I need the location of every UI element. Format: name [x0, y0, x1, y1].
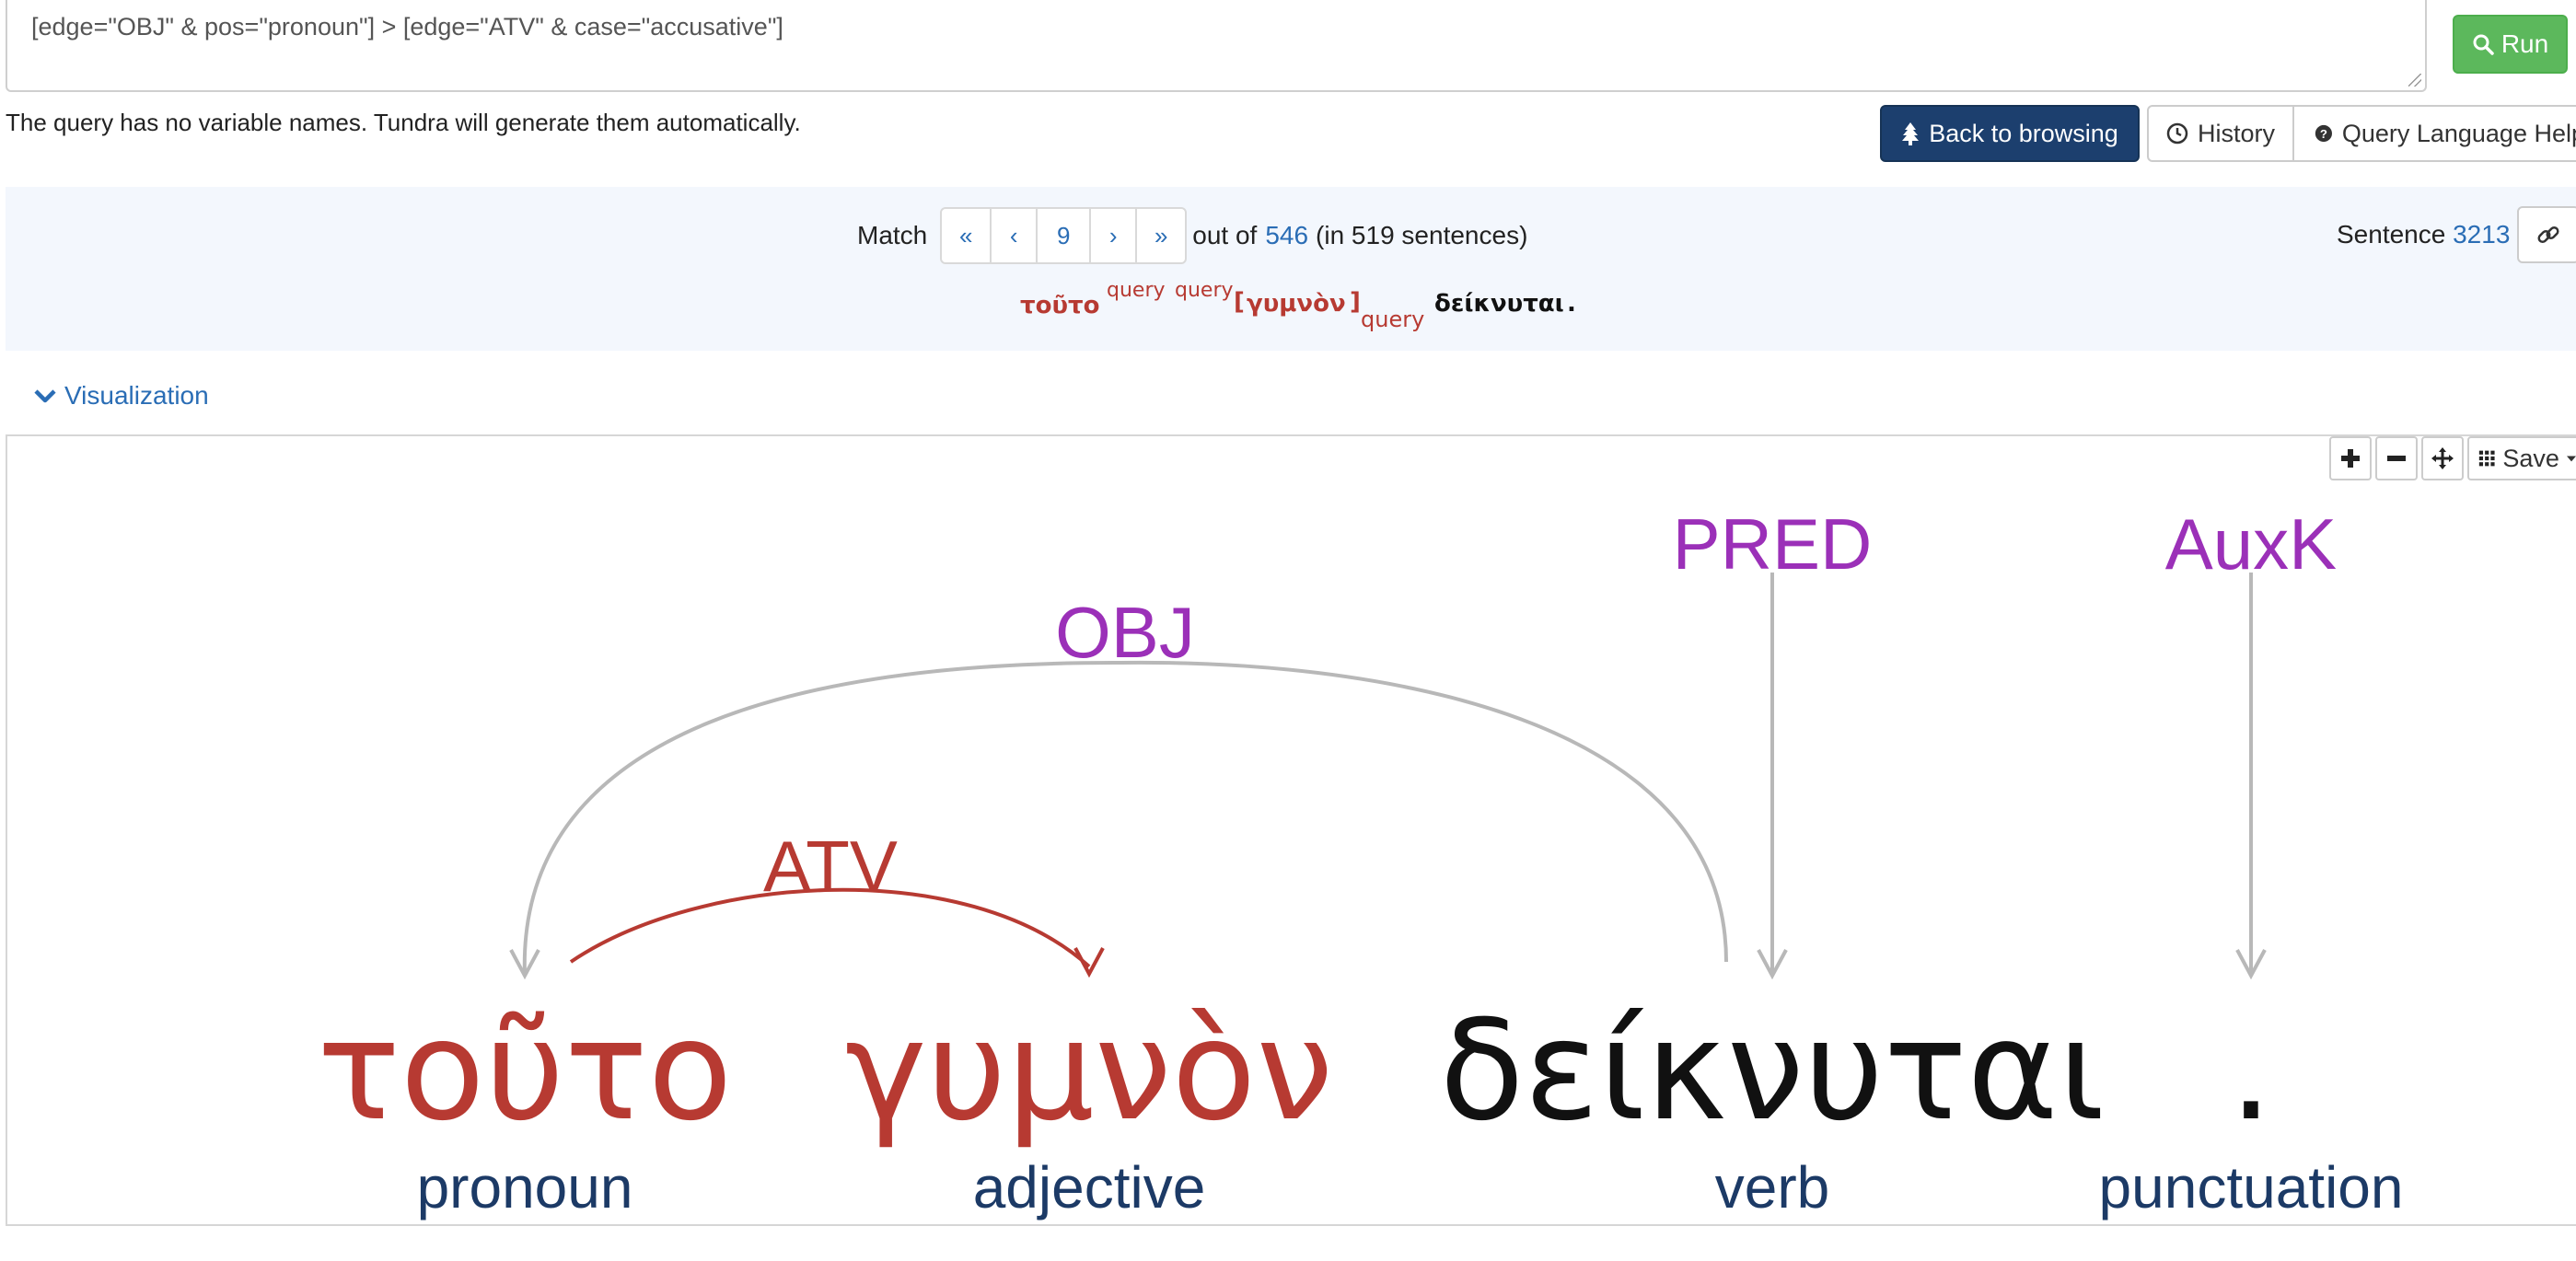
token-word[interactable]: δείκνυται [1440, 991, 2106, 1151]
edge-label-auxk: AuxK [2165, 503, 2337, 584]
token-word[interactable]: . [2229, 991, 2273, 1151]
token-pos: verb [1715, 1154, 1830, 1221]
token-word[interactable]: γυμνὸν [845, 991, 1333, 1151]
dependency-tree: OBJ ATV PRED AuxK τοῦτο γυμνὸν δείκνυται… [318, 503, 2404, 1221]
edge-label-obj: OBJ [1055, 592, 1195, 673]
token-pos: pronoun [417, 1154, 633, 1221]
token-pos: punctuation [2099, 1154, 2404, 1221]
token-pos: adjective [973, 1154, 1206, 1221]
edge-label-pred: PRED [1673, 503, 1873, 584]
atv-arrowhead [1073, 947, 1105, 978]
obj-arc [522, 660, 1728, 977]
edge-label-atv: ATV [763, 826, 898, 907]
token-word[interactable]: τοῦτο [318, 991, 733, 1151]
